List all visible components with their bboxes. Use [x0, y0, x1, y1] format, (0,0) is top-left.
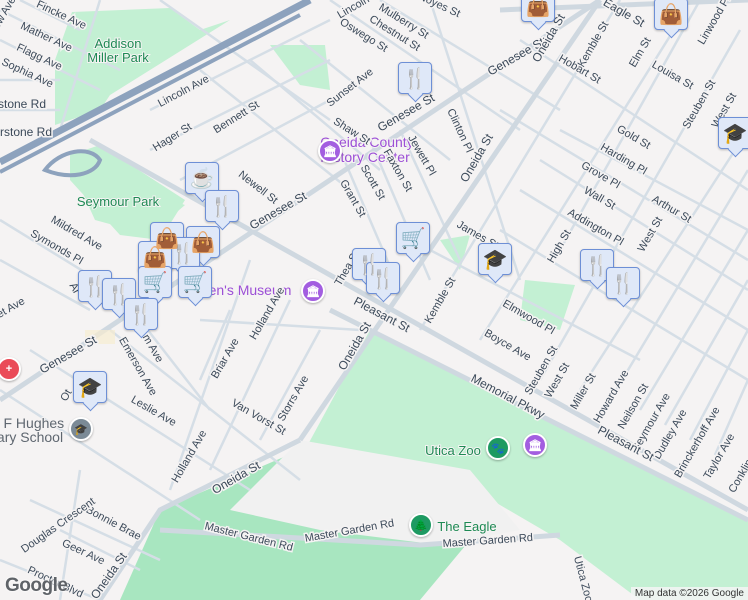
google-logo[interactable]: Google: [5, 575, 68, 597]
school-pin-icon[interactable]: 🎓: [69, 417, 93, 441]
restaurant-marker-icon[interactable]: 🍴: [580, 249, 614, 281]
park-label: Seymour Park: [77, 194, 160, 209]
restaurant-marker-icon[interactable]: 🍴: [606, 267, 640, 299]
restaurant-marker-icon[interactable]: 🍴: [205, 190, 239, 222]
zoo-pin-icon[interactable]: 🐾: [486, 436, 510, 460]
museum-pin-icon[interactable]: 🏛: [318, 139, 342, 163]
museum-pin-icon[interactable]: 🏛: [301, 279, 325, 303]
restaurant-marker-icon[interactable]: 🍴: [398, 62, 432, 94]
shopping-marker-icon[interactable]: 👜: [521, 0, 555, 22]
grocery-marker-icon[interactable]: 🛒: [138, 266, 172, 298]
school-marker-icon[interactable]: 🎓: [478, 243, 512, 275]
grocery-marker-icon[interactable]: 🛒: [178, 266, 212, 298]
park-label[interactable]: Utica Zoo: [424, 442, 482, 459]
school-marker-icon[interactable]: 🎓: [73, 371, 107, 403]
museum-pin-icon[interactable]: 🏛: [523, 433, 547, 457]
street-label: stone Rd: [0, 97, 46, 111]
poi-label[interactable]: ary School: [0, 428, 64, 446]
street-label: rstone Rd: [0, 125, 52, 139]
grocery-marker-icon[interactable]: 🛒: [396, 222, 430, 254]
shopping-marker-icon[interactable]: 👜: [138, 241, 172, 273]
cafe-marker-icon[interactable]: ☕: [185, 162, 219, 194]
map-attribution[interactable]: Map data ©2026 Google: [630, 587, 748, 600]
restaurant-marker-icon[interactable]: 🍴: [124, 298, 158, 330]
restaurant-marker-icon[interactable]: 🍴: [366, 262, 400, 294]
school-marker-icon[interactable]: 🎓: [718, 117, 748, 149]
park-label[interactable]: The Eagle: [436, 518, 497, 535]
park-pin-icon[interactable]: 🌲: [409, 513, 433, 537]
restaurant-marker-icon[interactable]: 🍴: [166, 237, 200, 269]
park-label: Addison: [95, 36, 142, 51]
shopping-marker-icon[interactable]: 👜: [654, 0, 688, 30]
park-label: Miller Park: [87, 50, 149, 65]
